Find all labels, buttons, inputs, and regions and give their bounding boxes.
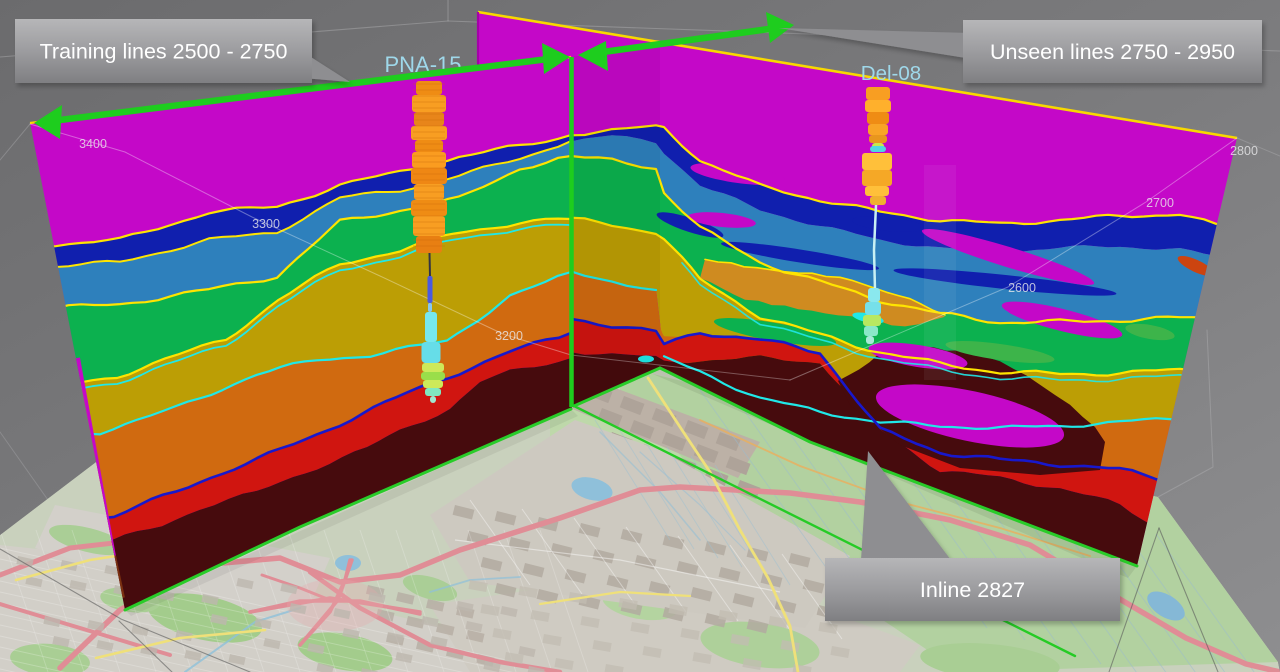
svg-text:3400: 3400	[79, 137, 107, 151]
svg-text:Training lines 2500 - 2750: Training lines 2500 - 2750	[40, 40, 288, 64]
svg-text:Del-08: Del-08	[861, 62, 921, 85]
svg-text:3200: 3200	[495, 329, 523, 343]
svg-text:Unseen lines 2750 - 2950: Unseen lines 2750 - 2950	[990, 40, 1235, 64]
svg-text:2800: 2800	[1230, 144, 1258, 158]
svg-text:2700: 2700	[1146, 196, 1174, 210]
svg-text:3300: 3300	[252, 217, 280, 231]
svg-text:Inline 2827: Inline 2827	[920, 578, 1025, 602]
svg-text:2600: 2600	[1008, 281, 1036, 295]
